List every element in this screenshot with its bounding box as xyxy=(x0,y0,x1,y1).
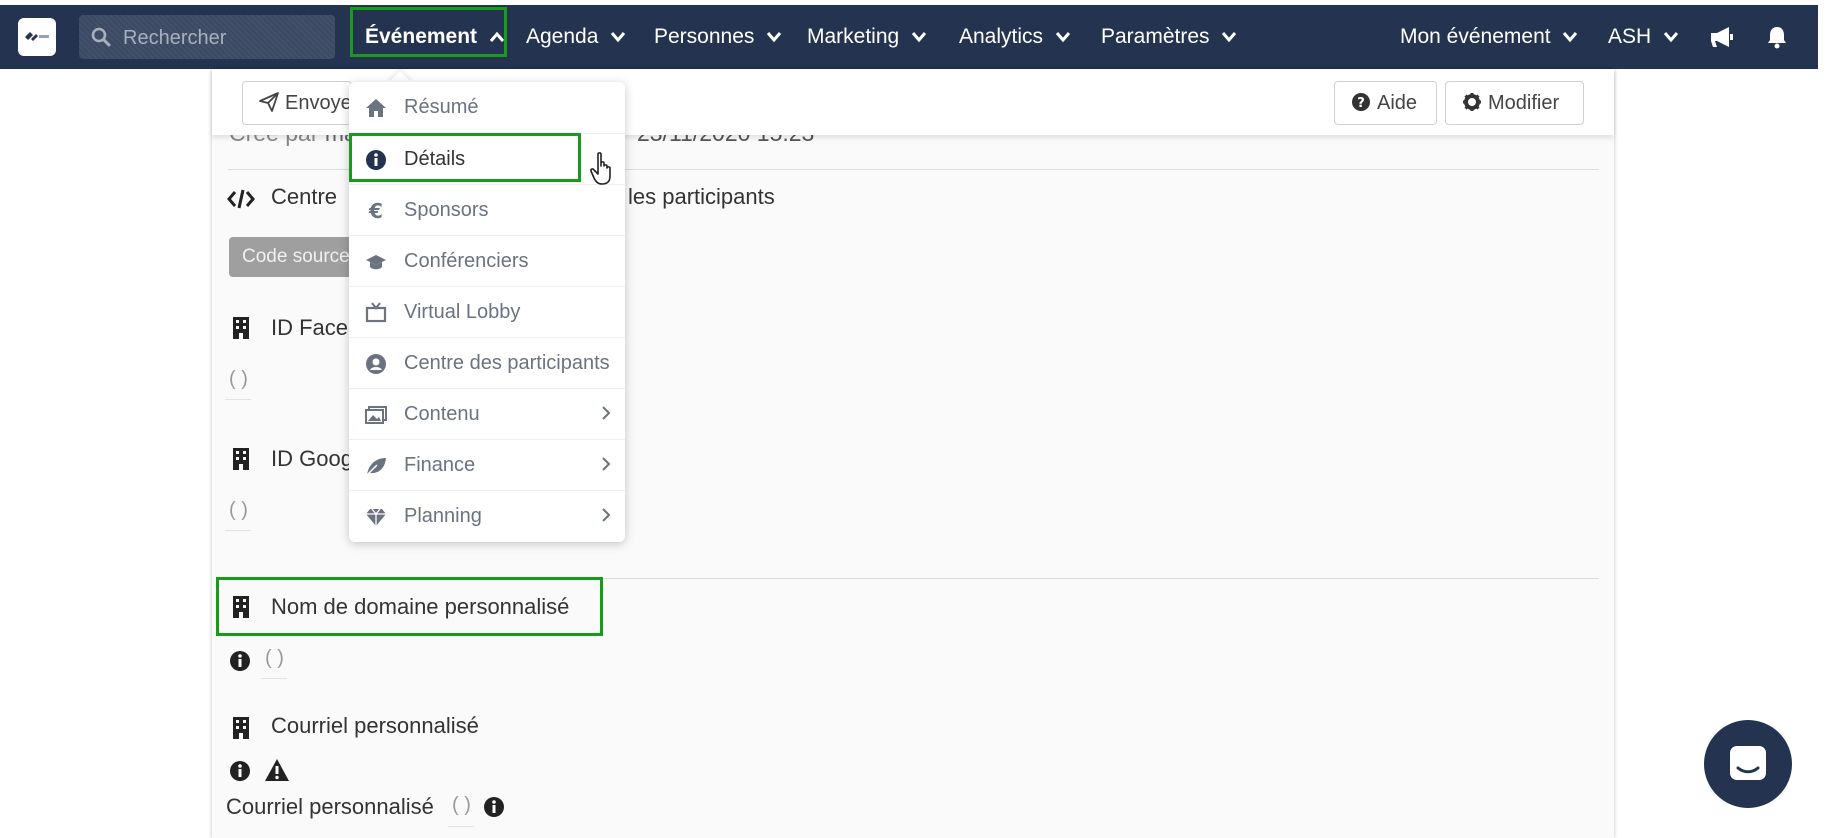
highlight-custom-domain xyxy=(216,577,603,636)
euro-icon: € xyxy=(368,200,383,222)
highlight-details xyxy=(349,133,581,182)
google-id-label: ID Goog xyxy=(271,446,353,471)
nav-marketing[interactable]: Marketing xyxy=(807,5,927,69)
nav-agenda[interactable]: Agenda xyxy=(526,5,626,69)
search-icon xyxy=(91,27,111,47)
menu-item-label: Contenu xyxy=(404,403,480,425)
info-circle-icon[interactable] xyxy=(483,796,505,818)
tv-icon xyxy=(365,302,387,323)
building-icon xyxy=(233,317,249,339)
user-menu[interactable]: ASH xyxy=(1608,5,1679,69)
highlight-evenement xyxy=(350,7,507,57)
menu-item-sponsors[interactable]: € Sponsors xyxy=(349,184,625,235)
chevron-down-icon xyxy=(611,32,626,43)
chevron-right-icon xyxy=(602,457,611,471)
menu-item-label: Sponsors xyxy=(404,199,489,221)
menu-item-label: Résumé xyxy=(404,96,479,118)
menu-item-label: Planning xyxy=(404,505,482,527)
chevron-down-icon xyxy=(1222,32,1237,43)
chevron-right-icon xyxy=(602,406,611,420)
facebook-id-label: ID Face xyxy=(271,315,349,340)
images-icon xyxy=(365,406,387,424)
menu-item-label: Virtual Lobby xyxy=(404,301,521,323)
menu-item-planning[interactable]: Planning xyxy=(349,490,625,541)
bell-icon[interactable] xyxy=(1766,25,1788,49)
send-button-label: Envoye xyxy=(285,92,352,114)
svg-text:?: ? xyxy=(1357,96,1365,111)
chat-launcher[interactable] xyxy=(1704,720,1792,808)
search-placeholder: Rechercher xyxy=(123,27,227,49)
edit-button[interactable]: Modifier xyxy=(1445,81,1584,125)
gear-icon xyxy=(1463,93,1481,111)
custom-email-value[interactable]: ( ) xyxy=(452,794,471,817)
menu-item-resume[interactable]: Résumé xyxy=(349,82,625,133)
building-icon xyxy=(233,717,249,739)
help-button[interactable]: ? Aide xyxy=(1334,81,1437,125)
event-selector[interactable]: Mon événement xyxy=(1400,5,1578,69)
code-icon xyxy=(227,189,255,209)
value-underline xyxy=(225,530,251,531)
menu-item-finance[interactable]: Finance xyxy=(349,439,625,490)
embed-title-end: les participants xyxy=(628,184,775,209)
google-id-value[interactable]: ( ) xyxy=(229,499,248,522)
nav-parametres[interactable]: Paramètres xyxy=(1101,5,1237,69)
chevron-down-icon xyxy=(1663,32,1679,43)
leaf-icon xyxy=(366,458,386,476)
user-circle-icon xyxy=(366,354,386,374)
nav-analytics-label: Analytics xyxy=(959,25,1044,48)
top-navbar: Rechercher Événement Agenda Personnes Ma… xyxy=(0,5,1818,69)
custom-domain-value[interactable]: ( ) xyxy=(265,647,284,670)
value-underline xyxy=(448,826,474,827)
menu-item-label: Finance xyxy=(404,454,476,476)
value-underline xyxy=(225,399,251,400)
info-circle-icon[interactable] xyxy=(229,760,251,782)
nav-marketing-label: Marketing xyxy=(807,25,900,48)
chevron-down-icon xyxy=(1055,32,1071,43)
chevron-down-icon xyxy=(911,32,927,43)
edit-button-label: Modifier xyxy=(1488,92,1560,114)
app-logo[interactable] xyxy=(18,18,56,56)
menu-item-virtual-lobby[interactable]: Virtual Lobby xyxy=(349,286,625,337)
gem-icon xyxy=(366,508,386,526)
nav-personnes-label: Personnes xyxy=(654,25,755,48)
nav-personnes[interactable]: Personnes xyxy=(654,5,782,69)
logo-icon xyxy=(25,32,49,41)
facebook-id-value[interactable]: ( ) xyxy=(229,368,248,391)
nav-analytics[interactable]: Analytics xyxy=(959,5,1071,69)
megaphone-icon[interactable] xyxy=(1709,25,1735,49)
svg-text:€: € xyxy=(368,200,383,222)
menu-item-contenu[interactable]: Contenu xyxy=(349,388,625,439)
warning-icon[interactable] xyxy=(264,758,290,782)
menu-item-conferenciers[interactable]: Conférenciers xyxy=(349,235,625,286)
menu-item-label: Centre des participants xyxy=(404,352,610,374)
event-selector-label: Mon événement xyxy=(1400,25,1551,48)
menu-item-centre-participants[interactable]: Centre des participants xyxy=(349,337,625,388)
send-button[interactable]: Envoye xyxy=(242,81,352,125)
chevron-right-icon xyxy=(602,508,611,522)
custom-email-label: Courriel personnalisé xyxy=(226,794,434,819)
hand-cursor-icon xyxy=(590,152,611,185)
question-circle-icon: ? xyxy=(1352,93,1370,111)
chevron-down-icon xyxy=(767,32,782,43)
info-circle-icon[interactable] xyxy=(229,650,251,672)
value-underline xyxy=(261,678,287,679)
building-icon xyxy=(233,448,249,470)
chevron-down-icon xyxy=(1563,32,1578,43)
user-menu-label: ASH xyxy=(1608,25,1652,48)
embed-title-start: Centre xyxy=(271,184,338,209)
help-button-label: Aide xyxy=(1377,92,1418,114)
chat-icon xyxy=(1730,746,1766,780)
graduation-cap-icon xyxy=(366,255,386,270)
paper-plane-icon xyxy=(259,92,279,112)
home-icon xyxy=(366,99,386,117)
custom-email-title: Courriel personnalisé xyxy=(271,713,479,738)
menu-item-label: Conférenciers xyxy=(404,250,529,272)
nav-parametres-label: Paramètres xyxy=(1101,25,1210,48)
nav-agenda-label: Agenda xyxy=(526,25,599,48)
source-code-button[interactable]: Code source xyxy=(229,237,369,277)
search-input[interactable]: Rechercher xyxy=(79,15,335,59)
